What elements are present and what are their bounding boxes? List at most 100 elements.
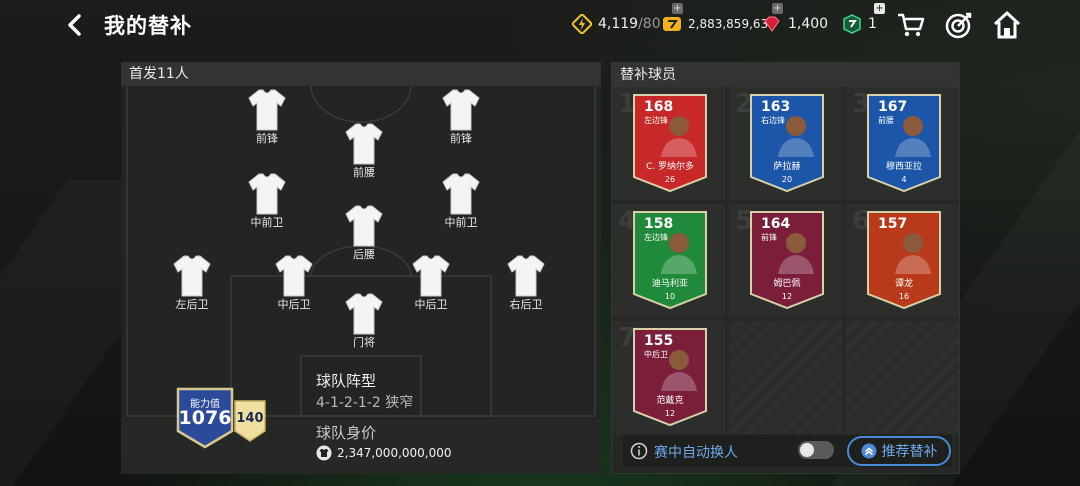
substitutes-panel: 替补球员 1 168 左边锋 C. 罗纳尔多 26 2 163 右边锋 萨拉赫 20 3 167 前腰穆…: [611, 62, 960, 474]
pitch-player[interactable]: 后腰: [334, 204, 394, 262]
back-chevron-icon[interactable]: [62, 12, 88, 38]
auto-sub-label: 赛中自动换人: [654, 445, 738, 461]
card-player-name: C. 罗纳尔多: [645, 162, 694, 172]
player-card[interactable]: 158 左边锋 迪马利亚 10: [628, 210, 712, 310]
card-level: 12: [781, 292, 793, 301]
target-icon[interactable]: [944, 10, 974, 40]
add-gems-plus-icon[interactable]: +: [772, 3, 783, 14]
pitch-player[interactable]: 中前卫: [237, 172, 297, 230]
formation-value: 4-1-2-1-2 狭窄: [316, 395, 414, 411]
sub-slot[interactable]: 2 163 右边锋 萨拉赫 20: [729, 87, 842, 200]
jersey-icon: [275, 255, 313, 297]
sub-slot[interactable]: 6 157 谭龙 16: [846, 204, 959, 317]
jersey-icon: [345, 205, 383, 247]
shopping-cart-icon[interactable]: [896, 10, 926, 40]
card-position: 右边锋: [761, 116, 785, 125]
team-value-title: 球队身价: [316, 424, 377, 442]
gems-value: 1,400: [788, 16, 829, 32]
sub-slot[interactable]: 7 155 中后卫 范戴克 12: [612, 321, 725, 434]
starting-eleven-panel: 首发11人 前锋 前锋 前腰 中前卫 中前卫 后腰 左后卫 中后卫 中后卫 右后卫 门将 能力值 1…: [121, 62, 601, 474]
card-rating: 157: [878, 216, 908, 232]
jersey-icon: [345, 123, 383, 165]
toggle-knob: [800, 443, 814, 457]
coins-counter[interactable]: + 2,883,859,639: [662, 3, 776, 36]
sub-slot[interactable]: 1 168 左边锋 C. 罗纳尔多 26: [612, 87, 725, 200]
jersey-icon: [507, 255, 545, 297]
card-position: 前腰: [878, 116, 894, 125]
player-position-label: 前锋: [256, 132, 278, 145]
card-level: 10: [664, 292, 676, 301]
pitch-player[interactable]: 中后卫: [264, 254, 324, 312]
jersey-icon: [442, 173, 480, 215]
card-level: 26: [664, 175, 676, 184]
sub-slot[interactable]: 3 167 前腰 穆西亚拉 4: [846, 87, 959, 200]
auto-sub-toggle[interactable]: [798, 441, 834, 459]
card-rating: 164: [761, 216, 791, 232]
player-position-label: 中前卫: [444, 216, 478, 229]
card-rating: 155: [644, 333, 674, 349]
pitch-player[interactable]: 前锋: [431, 88, 491, 146]
add-tokens-plus-icon[interactable]: +: [874, 3, 885, 14]
chemistry-value: 140: [236, 411, 264, 426]
token-icon: [843, 14, 861, 34]
info-icon[interactable]: [630, 442, 648, 460]
sub-slot[interactable]: 4 158 左边锋 迪马利亚 10: [612, 204, 725, 317]
add-coins-plus-icon[interactable]: +: [672, 3, 683, 14]
player-position-label: 门将: [353, 336, 375, 349]
card-position: 左边锋: [644, 116, 668, 125]
jersey-icon: [345, 293, 383, 335]
home-icon[interactable]: [992, 10, 1022, 40]
empty-sub-slot[interactable]: [846, 321, 959, 434]
player-portrait-icon: [895, 233, 931, 274]
card-player-name: 范戴克: [656, 396, 684, 406]
gem-icon: [764, 16, 780, 32]
card-player-name: 姆巴佩: [773, 279, 801, 289]
rating-value: 1076: [178, 407, 232, 429]
recommend-subs-button[interactable]: 推荐替补: [847, 436, 951, 466]
empty-sub-slot[interactable]: [729, 321, 842, 434]
tokens-value: 1: [868, 16, 877, 32]
jersey-icon: [248, 89, 286, 131]
pitch-player[interactable]: 前锋: [237, 88, 297, 146]
jersey-value-icon: [316, 445, 332, 461]
pitch-player[interactable]: 中前卫: [431, 172, 491, 230]
card-rating: 168: [644, 99, 674, 115]
tokens-counter[interactable]: + 1: [842, 3, 885, 36]
energy-counter[interactable]: 4,119/80: [572, 12, 661, 36]
jersey-icon: [173, 255, 211, 297]
card-rating: 158: [644, 216, 674, 232]
energy-value: 4,119: [598, 16, 639, 32]
card-player-name: 穆西亚拉: [885, 162, 922, 172]
player-card[interactable]: 164 前锋姆巴佩 12: [745, 210, 829, 310]
gems-counter[interactable]: + 1,400: [762, 3, 829, 36]
player-card[interactable]: 168 左边锋 C. 罗纳尔多 26: [628, 93, 712, 193]
jersey-icon: [248, 173, 286, 215]
card-position: 中后卫: [644, 350, 668, 359]
card-player-name: 萨拉赫: [773, 162, 801, 172]
team-value: 2,347,000,000,000: [337, 446, 452, 460]
pitch-player[interactable]: 前腰: [334, 122, 394, 180]
player-card[interactable]: 163 右边锋 萨拉赫 20: [745, 93, 829, 193]
pitch-player[interactable]: 中后卫: [401, 254, 461, 312]
player-position-label: 中后卫: [277, 298, 311, 311]
pitch-player[interactable]: 右后卫: [496, 254, 556, 312]
player-position-label: 前锋: [450, 132, 472, 145]
card-player-name: 谭龙: [894, 279, 913, 289]
player-position-label: 左后卫: [175, 298, 209, 311]
pitch-player[interactable]: 左后卫: [162, 254, 222, 312]
coin-icon: [663, 17, 681, 31]
player-card[interactable]: 157 谭龙 16: [862, 210, 946, 310]
player-position-label: 中后卫: [414, 298, 448, 311]
player-position-label: 后腰: [353, 248, 375, 261]
pitch-player[interactable]: 门将: [334, 292, 394, 350]
player-position-label: 中前卫: [250, 216, 284, 229]
player-card[interactable]: 155 中后卫 范戴克 12: [628, 327, 712, 427]
card-rating: 163: [761, 99, 791, 115]
substitutes-title: 替补球员: [612, 63, 959, 87]
sub-slot[interactable]: 5 164 前锋 姆巴佩 12: [729, 204, 842, 317]
player-card[interactable]: 167 前腰 穆西亚拉 4: [862, 93, 946, 193]
card-level: 4: [901, 175, 907, 184]
card-position: 前锋: [761, 233, 777, 242]
card-level: 16: [898, 292, 910, 301]
formation-title: 球队阵型: [316, 372, 377, 390]
